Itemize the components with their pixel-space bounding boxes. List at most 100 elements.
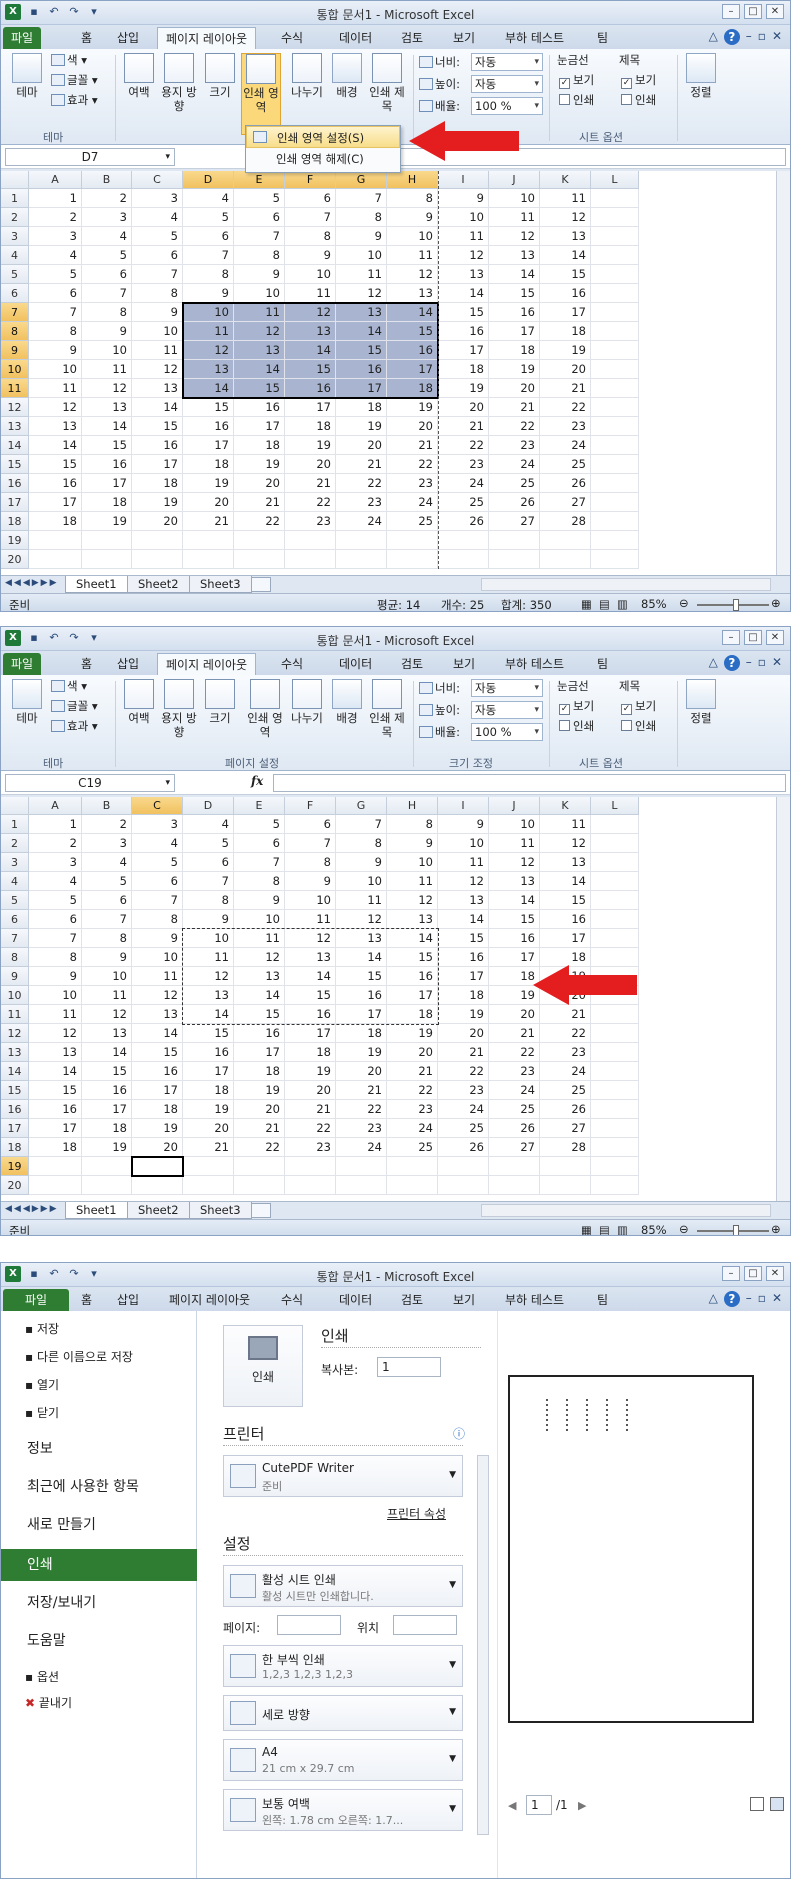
row-header-15[interactable]: 15 bbox=[1, 1081, 29, 1100]
background-button[interactable]: 배경 bbox=[329, 679, 365, 725]
orientation-select[interactable]: 세로 방향 ▼ bbox=[223, 1695, 463, 1731]
cell-i14[interactable]: 22 bbox=[438, 436, 489, 455]
tab-home[interactable]: 홈 bbox=[73, 653, 100, 675]
cell-b1[interactable]: 2 bbox=[82, 815, 132, 834]
cell-a4[interactable]: 4 bbox=[29, 872, 82, 891]
cell-c11[interactable]: 13 bbox=[132, 1005, 183, 1024]
cell-l14[interactable] bbox=[591, 436, 639, 455]
cell-k9[interactable]: 19 bbox=[540, 341, 591, 360]
cell-a6[interactable]: 6 bbox=[29, 910, 82, 929]
cell-b8[interactable]: 9 bbox=[82, 322, 132, 341]
cell-l15[interactable] bbox=[591, 455, 639, 474]
cell-c20[interactable] bbox=[132, 1176, 183, 1195]
cell-g19[interactable] bbox=[336, 531, 387, 550]
cell-g14[interactable]: 20 bbox=[336, 1062, 387, 1081]
tab-load-test[interactable]: 부하 테스트 bbox=[497, 653, 572, 675]
copies-spinner[interactable]: 1 bbox=[377, 1357, 441, 1377]
cell-k11[interactable]: 21 bbox=[540, 379, 591, 398]
cell-c2[interactable]: 4 bbox=[132, 208, 183, 227]
cell-l5[interactable] bbox=[591, 891, 639, 910]
cell-h12[interactable]: 19 bbox=[387, 398, 438, 417]
cell-l19[interactable] bbox=[591, 531, 639, 550]
cell-a7[interactable]: 7 bbox=[29, 303, 82, 322]
colors-button[interactable]: 색 ▾ bbox=[51, 679, 87, 693]
normal-view-icon[interactable]: ▦ bbox=[581, 597, 592, 611]
cell-a18[interactable]: 18 bbox=[29, 512, 82, 531]
cell-h3[interactable]: 10 bbox=[387, 227, 438, 246]
cell-c15[interactable]: 17 bbox=[132, 1081, 183, 1100]
cell-l1[interactable] bbox=[591, 189, 639, 208]
cell-f15[interactable]: 20 bbox=[285, 1081, 336, 1100]
cell-i1[interactable]: 9 bbox=[438, 815, 489, 834]
cell-h18[interactable]: 25 bbox=[387, 512, 438, 531]
scale-spinner[interactable]: 100 % bbox=[471, 723, 543, 741]
cell-b3[interactable]: 4 bbox=[82, 227, 132, 246]
cell-f5[interactable]: 10 bbox=[285, 265, 336, 284]
cell-g16[interactable]: 22 bbox=[336, 474, 387, 493]
height-combo[interactable]: 자동 bbox=[471, 75, 543, 93]
column-header-j[interactable]: J bbox=[489, 797, 540, 815]
cell-l15[interactable] bbox=[591, 1081, 639, 1100]
column-header-h[interactable]: H bbox=[387, 797, 438, 815]
cell-j2[interactable]: 11 bbox=[489, 834, 540, 853]
cell-e13[interactable]: 17 bbox=[234, 417, 285, 436]
minimize-button[interactable]: – bbox=[722, 1266, 740, 1281]
column-header-b[interactable]: B bbox=[82, 171, 132, 189]
collation-select[interactable]: 한 부씩 인쇄 1,2,3 1,2,3 1,2,3 ▼ bbox=[223, 1645, 463, 1687]
cell-c8[interactable]: 10 bbox=[132, 322, 183, 341]
width-combo[interactable]: 자동 bbox=[471, 679, 543, 697]
print-titles-button[interactable]: 인쇄 제목 bbox=[369, 53, 405, 113]
nav-close[interactable]: ▪ 닫기 bbox=[1, 1403, 197, 1423]
cell-g2[interactable]: 8 bbox=[336, 208, 387, 227]
close-button[interactable]: ✕ bbox=[766, 4, 784, 19]
tab-data[interactable]: 데이터 bbox=[331, 1289, 380, 1311]
cell-a7[interactable]: 7 bbox=[29, 929, 82, 948]
cell-a12[interactable]: 12 bbox=[29, 1024, 82, 1043]
cell-e20[interactable] bbox=[234, 1176, 285, 1195]
cell-f19[interactable] bbox=[285, 1157, 336, 1176]
help-icon[interactable]: ? bbox=[723, 29, 740, 45]
cell-g20[interactable] bbox=[336, 550, 387, 569]
cell-j20[interactable] bbox=[489, 550, 540, 569]
collapse-ribbon-icon[interactable]: △ bbox=[709, 655, 718, 671]
zoom-in-icon[interactable]: ⊕ bbox=[771, 596, 781, 610]
cell-j12[interactable]: 21 bbox=[489, 1024, 540, 1043]
cell-c10[interactable]: 12 bbox=[132, 986, 183, 1005]
cell-i9[interactable]: 17 bbox=[438, 967, 489, 986]
cell-l12[interactable] bbox=[591, 398, 639, 417]
cell-a20[interactable] bbox=[29, 1176, 82, 1195]
cell-b9[interactable]: 10 bbox=[82, 341, 132, 360]
cell-k7[interactable]: 17 bbox=[540, 303, 591, 322]
cell-i16[interactable]: 24 bbox=[438, 1100, 489, 1119]
sheet-tab-sheet1[interactable]: Sheet1 bbox=[65, 1202, 128, 1219]
row-header-1[interactable]: 1 bbox=[1, 189, 29, 208]
vertical-scrollbar[interactable] bbox=[776, 171, 790, 575]
cell-b19[interactable] bbox=[82, 1157, 132, 1176]
cell-d6[interactable]: 9 bbox=[183, 284, 234, 303]
cell-j1[interactable]: 10 bbox=[489, 189, 540, 208]
cell-b11[interactable]: 12 bbox=[82, 379, 132, 398]
cell-i9[interactable]: 17 bbox=[438, 341, 489, 360]
cell-b15[interactable]: 16 bbox=[82, 1081, 132, 1100]
select-all-corner[interactable] bbox=[1, 171, 29, 189]
tab-page-layout[interactable]: 페이지 레이아웃 bbox=[157, 27, 257, 49]
cell-b3[interactable]: 4 bbox=[82, 853, 132, 872]
row-header-11[interactable]: 11 bbox=[1, 379, 29, 398]
cell-d17[interactable]: 20 bbox=[183, 493, 234, 512]
cell-e19[interactable] bbox=[234, 1157, 285, 1176]
cell-i11[interactable]: 19 bbox=[438, 379, 489, 398]
row-header-5[interactable]: 5 bbox=[1, 891, 29, 910]
cell-b15[interactable]: 16 bbox=[82, 455, 132, 474]
cell-h14[interactable]: 21 bbox=[387, 436, 438, 455]
tab-page-layout[interactable]: 페이지 레이아웃 bbox=[161, 1289, 258, 1311]
zoom-slider-thumb[interactable] bbox=[733, 599, 739, 611]
cell-i7[interactable]: 15 bbox=[438, 303, 489, 322]
cell-j17[interactable]: 26 bbox=[489, 1119, 540, 1138]
row-header-4[interactable]: 4 bbox=[1, 872, 29, 891]
cell-c17[interactable]: 19 bbox=[132, 1119, 183, 1138]
cell-h17[interactable]: 24 bbox=[387, 1119, 438, 1138]
cell-d20[interactable] bbox=[183, 550, 234, 569]
cell-g12[interactable]: 18 bbox=[336, 1024, 387, 1043]
cell-a18[interactable]: 18 bbox=[29, 1138, 82, 1157]
row-header-18[interactable]: 18 bbox=[1, 512, 29, 531]
